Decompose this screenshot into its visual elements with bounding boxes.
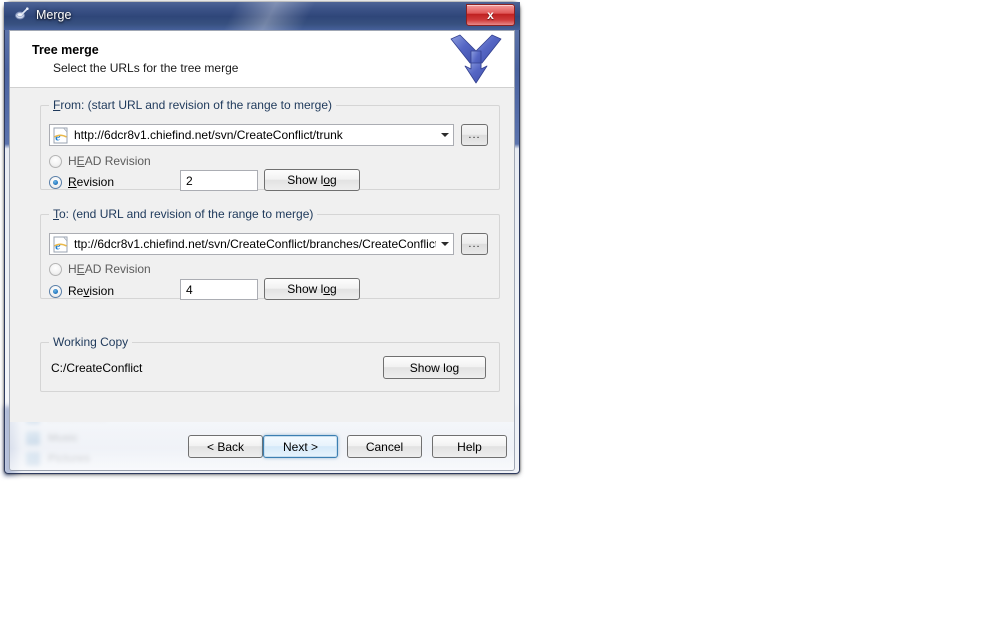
to-revision-label: Revision: [68, 284, 115, 298]
internet-explorer-icon-svg: e: [53, 127, 68, 143]
from-browse-button[interactable]: ...: [461, 124, 488, 146]
from-head-revision-radio[interactable]: HEAD Revision: [49, 154, 151, 168]
from-revision-input[interactable]: 2: [180, 170, 258, 191]
to-url-combobox[interactable]: e ttp://6dcr8v1.chiefind.net/svn/CreateC…: [49, 233, 454, 255]
dialog-body: From: (start URL and revision of the ran…: [10, 88, 514, 421]
title-bar-left: Merge: [13, 7, 71, 23]
from-show-log-label: Show log: [287, 173, 337, 187]
from-group-legend: From: (start URL and revision of the ran…: [49, 98, 337, 112]
working-copy-show-log-label: Show log: [409, 360, 460, 375]
radio-indicator: [49, 154, 62, 168]
merge-dialog-window: Merge x Tree merge Select the URLs for t…: [4, 2, 520, 474]
merge-arrow-icon: [448, 33, 504, 87]
working-copy-legend: Working Copy: [49, 335, 133, 349]
dialog-footer: < Back Next > Cancel Help: [9, 422, 515, 471]
window-title: Merge: [36, 8, 72, 22]
radio-indicator: [49, 175, 62, 189]
merge-app-icon: [13, 7, 29, 23]
wizard-header: Tree merge Select the URLs for the tree …: [10, 31, 514, 88]
to-show-log-label: Show log: [287, 282, 337, 296]
internet-explorer-icon: e: [53, 127, 70, 144]
to-browse-button[interactable]: ...: [461, 233, 488, 255]
to-revision-radio[interactable]: Revision: [49, 284, 114, 298]
from-show-log-button[interactable]: Show log: [264, 169, 360, 191]
chevron-down-icon: [440, 133, 449, 137]
to-legend-text: o: (end URL and revision of the range to…: [59, 207, 314, 221]
radio-indicator: [49, 284, 62, 298]
internet-explorer-icon-svg: e: [53, 236, 68, 252]
close-icon: x: [487, 8, 494, 22]
back-button[interactable]: < Back: [188, 435, 263, 458]
close-button[interactable]: x: [466, 4, 515, 26]
title-bar-highlight: [217, 2, 321, 30]
title-bar[interactable]: Merge x: [4, 2, 520, 30]
working-copy-path: C:/CreateConflict: [51, 361, 143, 375]
working-copy-show-log-button[interactable]: Show log: [383, 356, 486, 379]
chevron-down-icon: [440, 242, 449, 246]
page-title: Tree merge: [32, 43, 99, 57]
radio-indicator: [49, 262, 62, 276]
to-show-log-button[interactable]: Show log: [264, 278, 360, 300]
from-url-dropdown-arrow[interactable]: [436, 125, 453, 145]
from-revision-radio[interactable]: Revision: [49, 175, 114, 189]
merge-arrow-icon-svg: [450, 34, 502, 84]
to-url-dropdown-arrow[interactable]: [436, 234, 453, 254]
from-legend-text: rom: (start URL and revision of the rang…: [60, 98, 333, 112]
from-head-revision-label: HEAD Revision: [68, 154, 151, 168]
next-button[interactable]: Next >: [263, 435, 338, 458]
cancel-button[interactable]: Cancel: [347, 435, 422, 458]
to-head-revision-label: HEAD Revision: [68, 262, 151, 276]
page-subtitle: Select the URLs for the tree merge: [53, 61, 239, 75]
from-url-combobox[interactable]: e http://6dcr8v1.chiefind.net/svn/Create…: [49, 124, 454, 146]
from-url-value: http://6dcr8v1.chiefind.net/svn/CreateCo…: [74, 128, 343, 142]
merge-app-icon-svg: [15, 7, 29, 20]
footer-button-group: < Back Next > Cancel Help: [10, 422, 514, 470]
to-url-value: ttp://6dcr8v1.chiefind.net/svn/CreateCon…: [74, 237, 436, 251]
desktop-background: Documents Music Pictures: [0, 0, 1008, 630]
internet-explorer-icon: e: [53, 236, 70, 253]
from-revision-label: Revision: [68, 175, 115, 189]
to-revision-input[interactable]: 4: [180, 279, 258, 300]
help-button[interactable]: Help: [432, 435, 507, 458]
to-head-revision-radio[interactable]: HEAD Revision: [49, 262, 151, 276]
dialog-client-area: Tree merge Select the URLs for the tree …: [9, 30, 515, 422]
to-group-legend: To: (end URL and revision of the range t…: [49, 207, 318, 221]
